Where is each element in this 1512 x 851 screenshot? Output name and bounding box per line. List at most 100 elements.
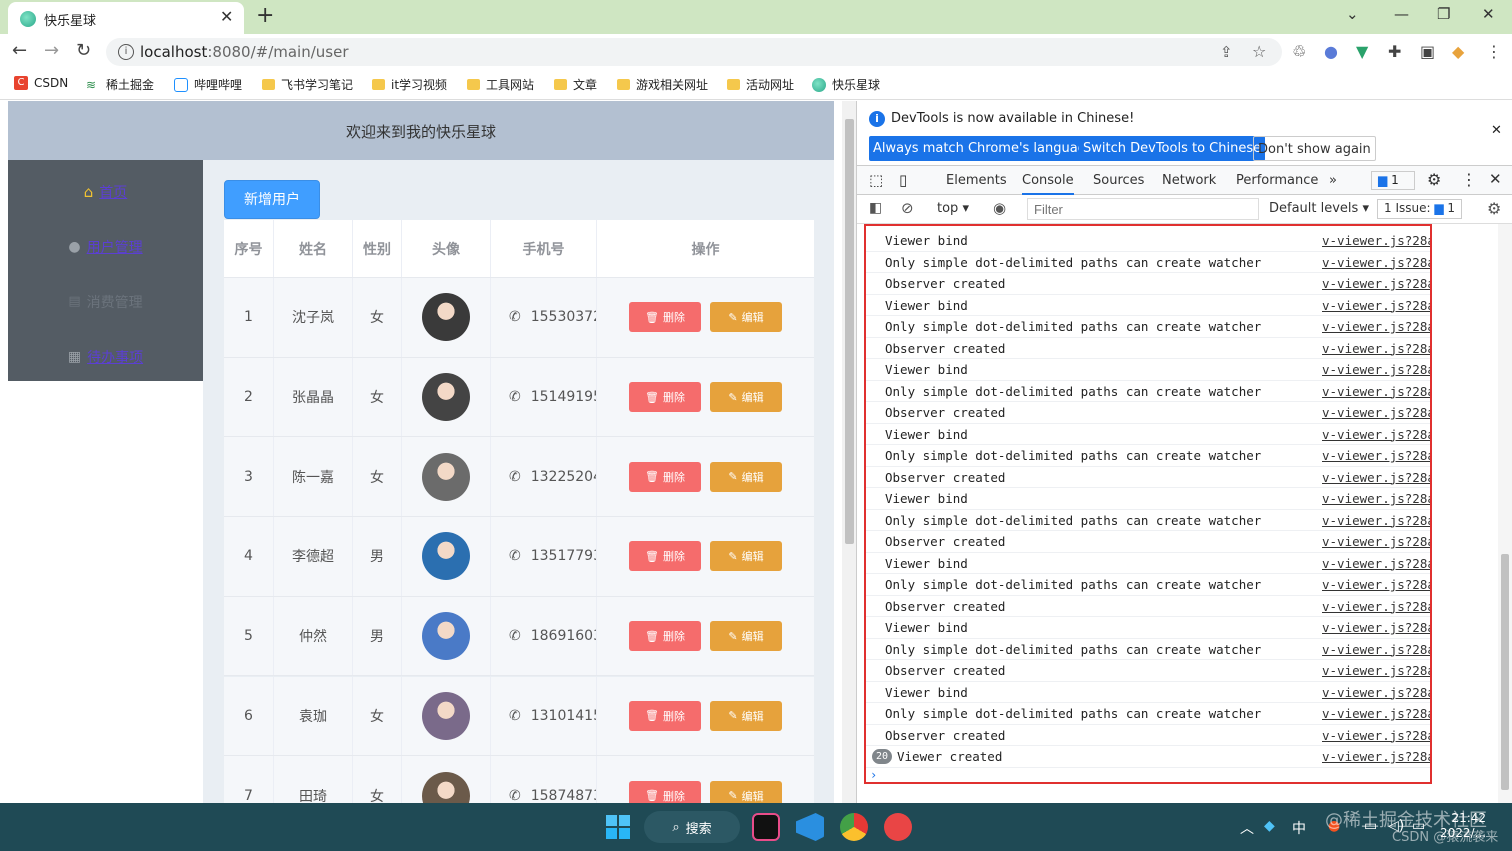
source-link[interactable]: v-viewer.js?28a7:310 [1322, 749, 1430, 764]
menu-label[interactable]: 用户管理 [87, 237, 143, 257]
chrome-menu-icon[interactable]: ⋮ [1486, 42, 1502, 61]
avatar[interactable] [422, 612, 470, 661]
url-text[interactable]: localhost:8080/#/main/user [140, 43, 349, 61]
close-infobar-icon[interactable]: ✕ [1491, 123, 1502, 138]
edit-button[interactable]: ✎ 编辑 [710, 382, 782, 413]
edit-button[interactable]: ✎ 编辑 [710, 541, 782, 572]
settings-gear-icon[interactable]: ⚙ [1427, 170, 1441, 189]
bookmark-happy-planet[interactable]: 快乐星球 [812, 76, 880, 93]
avatar[interactable] [422, 532, 470, 581]
extension-edge-icon[interactable]: ● [1324, 42, 1338, 61]
ime-indicator[interactable]: 中 [1292, 818, 1306, 838]
delete-button[interactable]: 🗑 删除 [629, 621, 701, 652]
bookmark-star-icon[interactable]: ☆ [1252, 42, 1266, 61]
avatar[interactable] [422, 293, 470, 342]
close-tab-icon[interactable]: ✕ [220, 7, 233, 26]
tab-search-icon[interactable]: ⌄ [1346, 5, 1359, 23]
console-filter-input[interactable] [1027, 198, 1259, 220]
music-app-icon[interactable] [884, 813, 912, 841]
bookmark-folder[interactable]: 活动网址 [727, 76, 794, 93]
source-link[interactable]: v-viewer.js?28a7:310 [1322, 405, 1430, 420]
source-link[interactable]: v-viewer.js?28a7:310 [1322, 534, 1430, 549]
menu-item-users[interactable]: ● 用户管理 [8, 219, 203, 274]
inspect-element-icon[interactable]: ⬚ [869, 171, 883, 189]
match-language-button[interactable]: Always match Chrome's language [869, 136, 1098, 161]
edit-button[interactable]: ✎ 编辑 [710, 461, 782, 492]
source-link[interactable]: v-viewer.js?28a7:310 [1322, 319, 1430, 334]
profile-avatar[interactable]: ◆ [1452, 42, 1464, 61]
source-link[interactable]: v-viewer.js?28a7:310 [1322, 556, 1430, 571]
bookmark-folder[interactable]: 游戏相关网址 [617, 76, 708, 93]
scrollbar-thumb[interactable] [1501, 554, 1509, 790]
clear-console-icon[interactable]: ⊘ [901, 199, 914, 217]
source-link[interactable]: v-viewer.js?28a7:310 [1322, 663, 1430, 678]
bookmark-folder[interactable]: it学习视频 [372, 76, 447, 93]
delete-button[interactable]: 🗑 删除 [629, 541, 701, 572]
start-icon[interactable] [604, 813, 632, 841]
address-bar[interactable]: i localhost:8080/#/main/user ⇪ ☆ [106, 38, 1282, 66]
source-link[interactable]: v-viewer.js?28a7:310 [1322, 599, 1430, 614]
source-link[interactable]: v-viewer.js?28a7:310 [1322, 513, 1430, 528]
menu-label[interactable]: 待办事项 [87, 347, 143, 367]
avatar[interactable] [422, 373, 470, 422]
tab-console[interactable]: Console [1022, 173, 1074, 195]
menu-item-todo[interactable]: ▦ 待办事项 [8, 329, 203, 384]
devtools-menu-icon[interactable]: ⋮ [1461, 170, 1477, 189]
console-scrollbar[interactable] [1498, 224, 1512, 803]
source-link[interactable]: v-viewer.js?28a7:310 [1322, 470, 1430, 485]
vscode-icon[interactable] [796, 813, 824, 841]
delete-button[interactable]: 🗑 删除 [629, 382, 701, 413]
edit-button[interactable]: ✎ 编辑 [710, 621, 782, 652]
delete-button[interactable]: 🗑 删除 [629, 302, 701, 333]
source-link[interactable]: v-viewer.js?28a7:310 [1322, 384, 1430, 399]
source-link[interactable]: v-viewer.js?28a7:310 [1322, 298, 1430, 313]
close-window-button[interactable]: ✕ [1482, 5, 1495, 23]
tray-expand-icon[interactable]: ︿ [1240, 818, 1254, 838]
source-link[interactable]: v-viewer.js?28a7:310 [1322, 255, 1430, 270]
source-link[interactable]: v-viewer.js?28a7:310 [1322, 276, 1430, 291]
avatar[interactable] [422, 771, 470, 803]
source-link[interactable]: v-viewer.js?28a7:310 [1322, 341, 1430, 356]
edit-button[interactable]: ✎ 编辑 [710, 780, 782, 803]
source-link[interactable]: v-viewer.js?28a7:310 [1322, 233, 1430, 248]
menu-label[interactable]: 首页 [99, 182, 127, 202]
source-link[interactable]: v-viewer.js?28a7:310 [1322, 577, 1430, 592]
back-icon[interactable]: ← [12, 40, 27, 61]
eye-icon[interactable]: ◉ [993, 199, 1006, 217]
source-link[interactable]: v-viewer.js?28a7:310 [1322, 685, 1430, 700]
tab-sources[interactable]: Sources [1093, 173, 1144, 188]
edit-button[interactable]: ✎ 编辑 [710, 700, 782, 731]
intellij-icon[interactable] [752, 813, 780, 841]
add-user-button[interactable]: 新增用户 [224, 180, 320, 219]
bookmark-folder[interactable]: 工具网站 [467, 76, 534, 93]
bookmark-csdn[interactable]: C CSDN [14, 76, 68, 90]
source-link[interactable]: v-viewer.js?28a7:310 [1322, 642, 1430, 657]
source-link[interactable]: v-viewer.js?28a7:310 [1322, 620, 1430, 635]
bookmark-bilibili[interactable]: 哔哩哔哩 [174, 76, 242, 93]
source-link[interactable]: v-viewer.js?28a7:310 [1322, 706, 1430, 721]
maximize-button[interactable]: ❐ [1437, 5, 1450, 23]
avatar[interactable] [422, 691, 470, 740]
new-tab-button[interactable]: + [256, 3, 274, 28]
switch-to-chinese-button[interactable]: Switch DevTools to Chinese [1079, 136, 1266, 161]
dont-show-again-button[interactable]: Don't show again [1253, 136, 1376, 161]
site-info-icon[interactable]: i [118, 44, 134, 60]
page-scrollbar[interactable] [842, 101, 856, 803]
context-selector[interactable]: top ▾ [937, 201, 969, 216]
tab-elements[interactable]: Elements [946, 173, 1007, 188]
scrollbar-thumb[interactable] [845, 119, 854, 544]
menu-item-consumption[interactable]: ▤ 消费管理 [8, 274, 203, 329]
delete-button[interactable]: 🗑 删除 [629, 700, 701, 731]
issues-counter[interactable]: ▆ 1 [1371, 171, 1415, 190]
taskbar-search[interactable]: ⌕ 搜索 [644, 811, 740, 843]
device-toolbar-icon[interactable]: ▯ [899, 171, 907, 189]
bookmark-folder[interactable]: 飞书学习笔记 [262, 76, 353, 93]
forward-icon[interactable]: → [44, 40, 59, 61]
source-link[interactable]: v-viewer.js?28a7:310 [1322, 362, 1430, 377]
issues-button[interactable]: 1 Issue: ▆ 1 [1377, 199, 1463, 219]
source-link[interactable]: v-viewer.js?28a7:310 [1322, 728, 1430, 743]
chrome-icon[interactable] [840, 813, 868, 841]
log-levels-dropdown[interactable]: Default levels ▾ [1269, 201, 1369, 216]
source-link[interactable]: v-viewer.js?28a7:310 [1322, 491, 1430, 506]
extension-recycle-icon[interactable]: ♲ [1292, 42, 1306, 61]
